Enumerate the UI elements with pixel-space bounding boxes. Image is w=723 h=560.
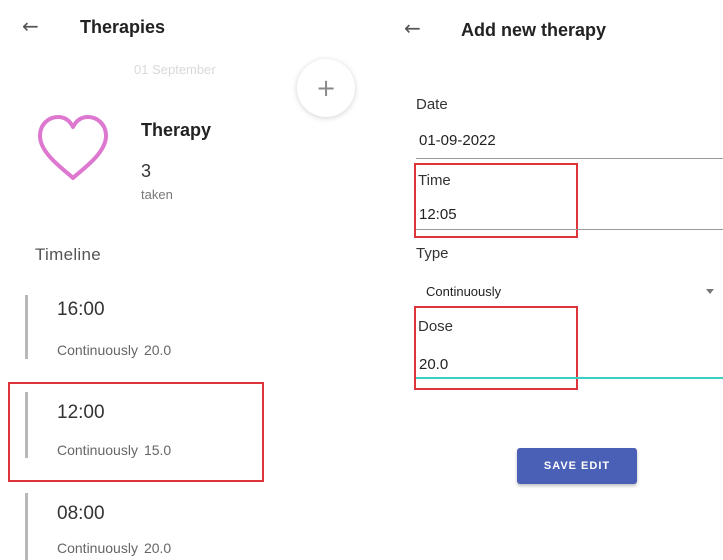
time-field-label: Time (418, 172, 451, 189)
plus-icon: + (315, 74, 337, 102)
form-title: Add new therapy (461, 20, 607, 40)
timeline-dose: 20.0 (143, 342, 172, 358)
timeline-bar (25, 295, 28, 359)
timeline-detail: Continuously 20.0 (57, 342, 171, 358)
date-label: 01 September (134, 62, 216, 77)
back-arrow-icon[interactable]: ← (22, 16, 39, 36)
timeline-detail: Continuously 20.0 (57, 540, 171, 556)
page-title: Therapies (80, 17, 166, 37)
timeline-type: Continuously (57, 342, 138, 358)
save-edit-button[interactable]: SAVE EDIT (517, 448, 637, 484)
back-arrow-icon[interactable]: ← (404, 18, 421, 38)
timeline-item[interactable]: 16:00 Continuously 20.0 (25, 295, 265, 367)
timeline-item[interactable]: 12:00 Continuously 15.0 (25, 392, 255, 464)
timeline-title: Timeline (35, 245, 102, 264)
timeline-dose: 20.0 (143, 540, 172, 556)
timeline-time: 12:00 (57, 402, 105, 423)
dose-field-underline (416, 377, 723, 379)
timeline-type: Continuously (57, 442, 138, 458)
therapy-count: 3 (141, 161, 152, 181)
therapy-status: taken (141, 187, 173, 202)
timeline-bar (25, 392, 28, 458)
date-field-underline (416, 158, 723, 159)
timeline-time: 08:00 (57, 503, 105, 524)
type-select-value: Continuously (426, 284, 502, 299)
dropdown-caret-icon (706, 289, 714, 294)
time-field[interactable]: 12:05 (419, 206, 457, 223)
timeline-bar (25, 493, 28, 560)
type-select[interactable]: Continuously (416, 276, 723, 302)
date-field-label: Date (416, 96, 448, 113)
timeline-item[interactable]: 08:00 Continuously 20.0 (25, 493, 265, 560)
dose-field-label: Dose (418, 318, 454, 335)
add-therapy-button[interactable]: + (297, 59, 355, 117)
timeline-dose: 15.0 (143, 442, 172, 458)
timeline-type: Continuously (57, 540, 138, 556)
heart-icon (36, 112, 110, 184)
date-field[interactable]: 01-09-2022 (419, 132, 496, 149)
dose-field[interactable]: 20.0 (419, 356, 448, 373)
timeline-time: 16:00 (57, 299, 105, 320)
therapy-label: Therapy (141, 120, 212, 140)
timeline-detail: Continuously 15.0 (57, 442, 171, 458)
time-field-underline (416, 229, 723, 230)
type-field-label: Type (416, 245, 449, 262)
